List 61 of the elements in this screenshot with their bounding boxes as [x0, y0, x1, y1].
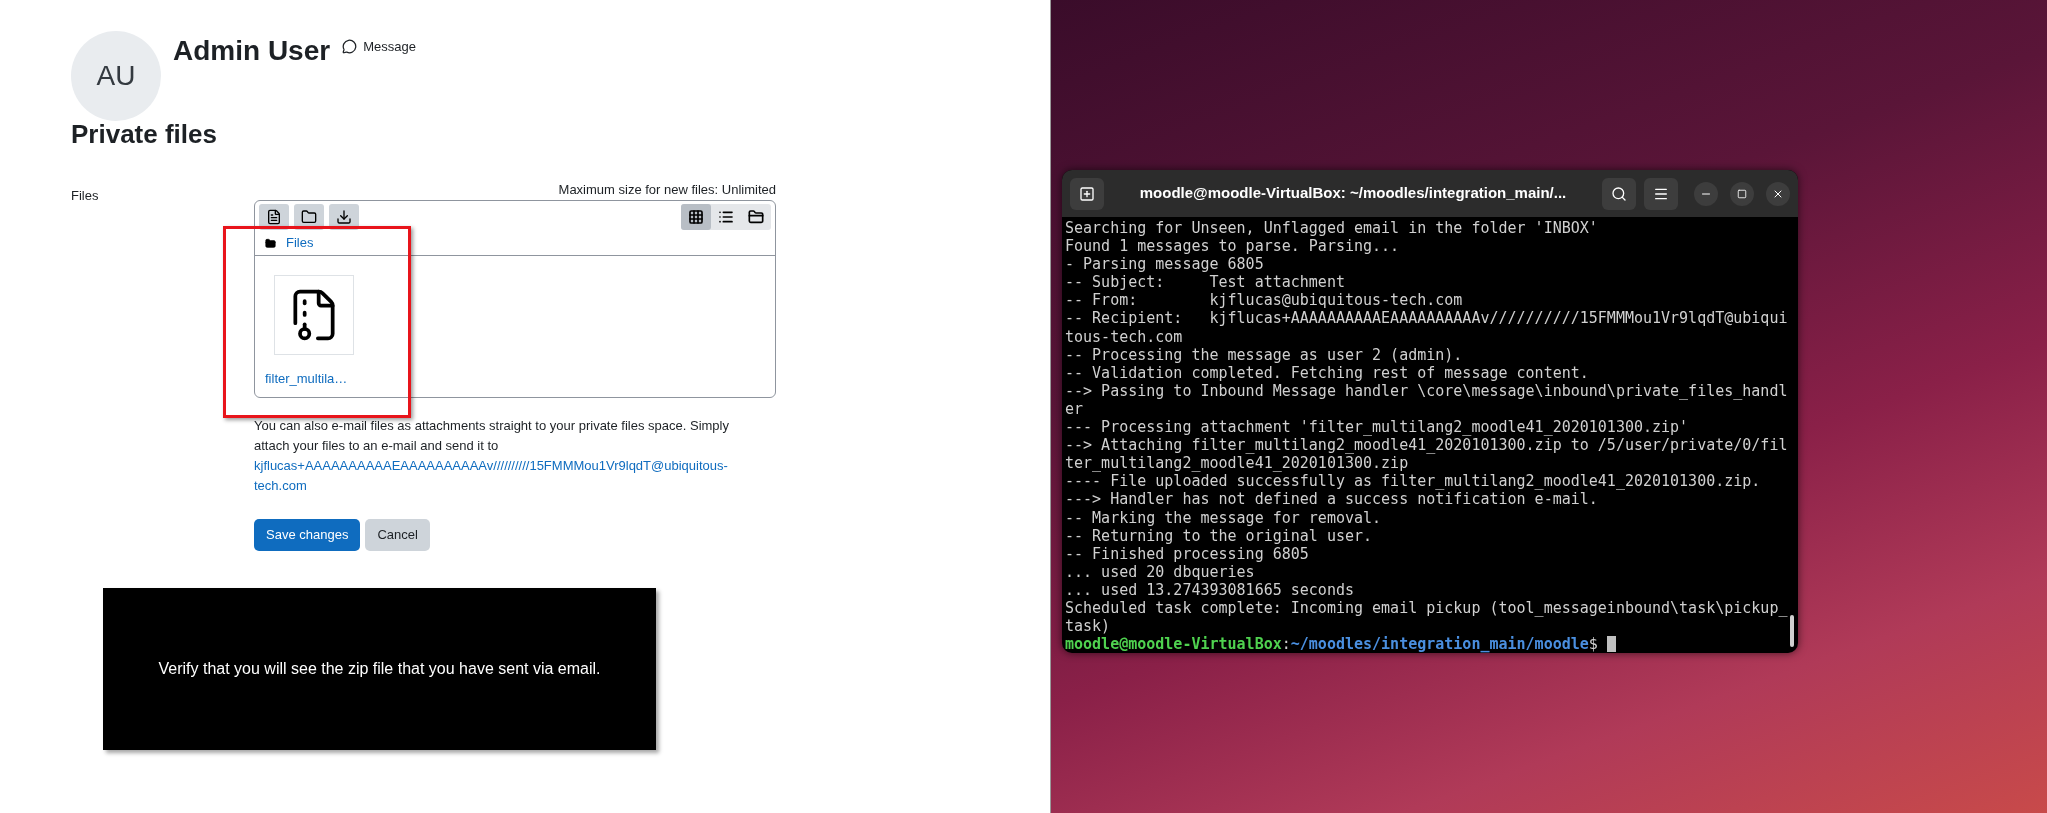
prompt-path: ~/moodles/integration_main/moodle	[1290, 635, 1589, 653]
terminal-line: - Parsing message 6805	[1065, 255, 1264, 274]
folder-icon	[301, 208, 317, 225]
terminal-line: Searching for Unseen, Unflagged email in the folder 'INBOX'	[1065, 219, 1598, 238]
terminal-line: -- Recipient: kjflucas+AAAAAAAAAAEAAAAAAAAAAv//////////15FMMMou1Vr9lqdT@ubiqui	[1065, 309, 1788, 328]
terminal-line: Found 1 messages to parse. Parsing...	[1065, 237, 1400, 256]
search-icon	[1611, 185, 1627, 202]
terminal-line: -- Validation completed. Fetching rest of message content.	[1065, 363, 1589, 382]
scrollbar[interactable]	[1790, 615, 1794, 648]
folder-icon	[748, 208, 764, 225]
file-thumbnail[interactable]	[274, 274, 354, 355]
max-size-note: Maximum size for new files: Unlimited	[558, 181, 776, 199]
new-tab-button[interactable]	[1070, 177, 1104, 210]
terminal-line: ---- File uploaded successfully as filter_multilang2_moodle41_2020101300.zip.	[1065, 472, 1761, 491]
cancel-button[interactable]: Cancel	[365, 518, 430, 551]
message-link[interactable]: Message	[342, 37, 416, 57]
terminal-line: -- Finished processing 6805	[1065, 544, 1309, 563]
grid-icon	[688, 208, 704, 225]
terminal-line: Scheduled task complete: Incoming email pickup (tool_messageinbound\task\pickup_	[1065, 598, 1788, 618]
terminal-line: --- Processing attachment 'filter_multilang2_moodle41_2020101300.zip'	[1065, 418, 1689, 437]
prompt-symbol: $	[1588, 635, 1598, 653]
terminal-line: ... used 13.274393081665 seconds	[1065, 580, 1354, 599]
new-file-icon	[266, 208, 282, 225]
field-label: Files	[71, 187, 100, 205]
terminal-line: -- Marking the message for removal.	[1065, 508, 1382, 527]
terminal-line: -- From: kjflucas@ubiquitous-tech.com	[1065, 291, 1463, 310]
folder-icon	[265, 237, 276, 249]
terminal-line: -- Processing the message as user 2 (admin).	[1065, 345, 1463, 364]
terminal-line: -- Returning to the original user.	[1065, 526, 1373, 545]
terminal-line: ... used 20 dbqueries	[1065, 562, 1255, 581]
terminal-line: tous-tech.com	[1065, 327, 1183, 346]
file-name-link[interactable]: filter_multila…	[265, 368, 365, 388]
terminal-line: --> Attaching filter_multilang2_moodle41_2020101300.zip to /5/user/private/0/fil	[1065, 436, 1788, 455]
user-name: Admin User	[173, 34, 331, 68]
breadcrumb-link[interactable]: Files	[286, 233, 314, 253]
caption-text: Verify that you will see the zip file that you have sent via email.	[158, 659, 601, 679]
terminal-line: ---> Handler has not defined a success notification e-mail.	[1065, 490, 1598, 509]
close-button[interactable]	[1766, 181, 1790, 206]
search-button[interactable]	[1602, 177, 1636, 210]
minimize-button[interactable]	[1694, 181, 1718, 206]
text-cursor	[1606, 636, 1616, 653]
email-link[interactable]: kjflucas+AAAAAAAAAAEAAAAAAAAAAv//////////15FMMMou1Vr9lqdT@ubiquitous-tech.com	[254, 455, 764, 496]
maximize-icon	[1737, 188, 1747, 199]
menu-button[interactable]	[1644, 177, 1678, 210]
prompt-user-host: moodle@moodle-VirtualBox	[1065, 635, 1282, 653]
page-title: Private files	[71, 118, 218, 151]
terminal-line: ter_multilang2_moodle41_2020101300.zip	[1065, 454, 1409, 473]
speech-bubble-icon	[342, 39, 358, 55]
user-avatar: AU	[71, 31, 161, 121]
grid-view-button[interactable]	[681, 203, 711, 230]
new-tab-icon	[1079, 185, 1095, 202]
maximize-button[interactable]	[1730, 181, 1754, 206]
window-title: moodle@moodle-VirtualBox: ~/moodles/integration_main/...	[1138, 183, 1568, 204]
download-icon	[336, 208, 352, 225]
save-button[interactable]: Save changes	[254, 518, 361, 551]
terminal-line: -- Subject: Test attachment	[1065, 273, 1345, 292]
help-text: You can also e-mail files as attachments straight to your private files space. Simply attach your files to an e-mail and send it to kjflucas+AAAAAAAAAAEAAAAAAAAAAv//////////15FMMMou1Vr9lqdT@ubiquitous-tech.com	[254, 415, 764, 496]
terminal-line: er	[1065, 399, 1084, 419]
terminal-line: task)	[1065, 617, 1111, 636]
prompt-separator: :	[1281, 635, 1291, 653]
terminal-line: --> Passing to Inbound Message handler \core\message\inbound\private_files_handl	[1065, 381, 1788, 400]
